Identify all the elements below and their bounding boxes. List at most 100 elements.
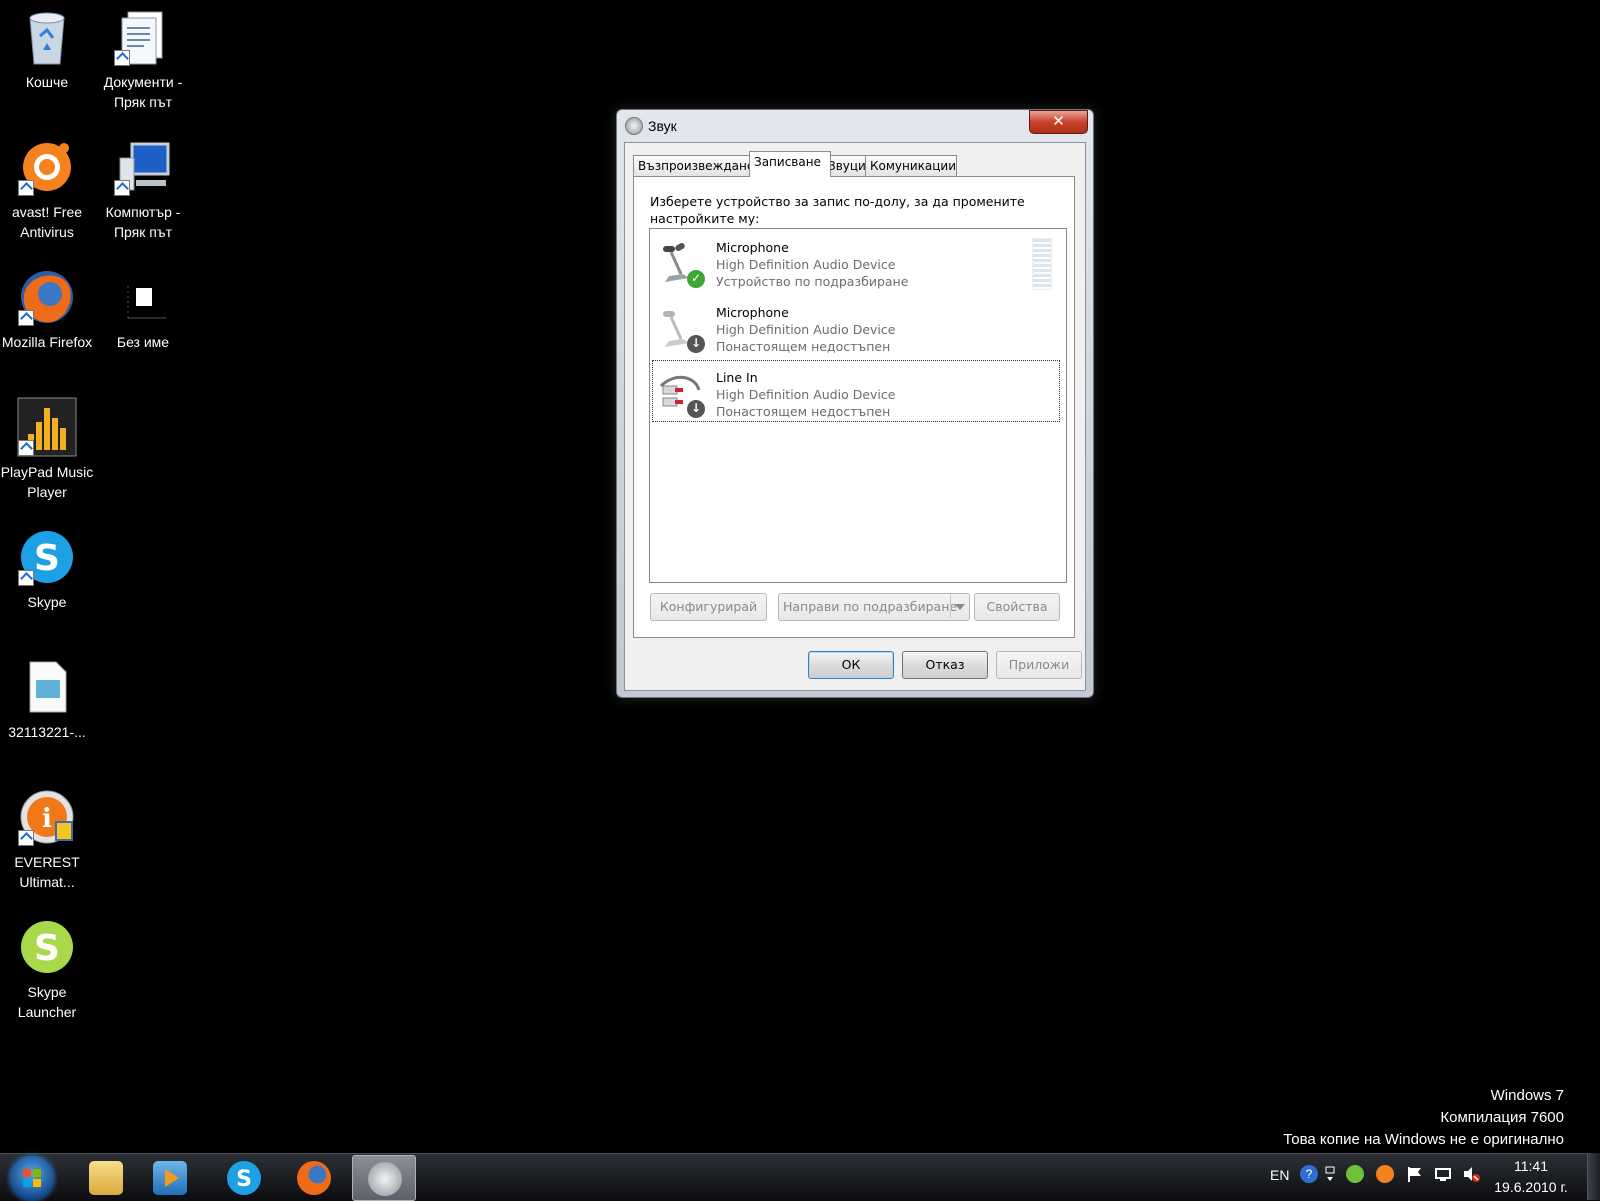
desktop-icon-skype[interactable]: S Skype — [0, 520, 94, 612]
desktop-icon-label: Кошче — [25, 74, 69, 90]
dialog-client-area: Възпроизвеждане Записване Звуци Комуника… — [624, 142, 1086, 691]
desktop-icon-recycle-bin[interactable]: Кошче — [0, 0, 94, 92]
speaker-icon — [625, 117, 643, 135]
recording-tab-panel: Изберете устройство за запис по-долу, за… — [633, 176, 1075, 638]
help-icon[interactable]: ? — [1300, 1165, 1318, 1183]
svg-text:S: S — [236, 1167, 252, 1192]
taskbar-skype[interactable]: S — [212, 1155, 274, 1199]
watermark-build: Компилация 7600 — [1440, 1109, 1564, 1126]
untitled-file-icon — [112, 266, 174, 328]
documents-icon — [112, 6, 174, 68]
shortcut-arrow-icon — [18, 570, 34, 586]
desktop-icon-label: Компютър - Пряк път — [105, 204, 181, 240]
shortcut-arrow-icon — [114, 50, 130, 66]
desktop-icon-label: Документи - Пряк път — [103, 74, 183, 110]
cancel-button[interactable]: Отказ — [902, 651, 988, 679]
recording-device-list[interactable]: ✓ Microphone High Definition Audio Devic… — [649, 228, 1067, 583]
network-activity-icon[interactable] — [1324, 1165, 1336, 1183]
shortcut-arrow-icon — [18, 440, 34, 456]
windows-logo-icon — [23, 1169, 41, 1187]
action-center-flag-icon[interactable] — [1406, 1165, 1424, 1183]
ok-button[interactable]: ОК — [808, 651, 894, 679]
svg-text:i: i — [42, 804, 52, 834]
watermark-os: Windows 7 — [1490, 1087, 1564, 1104]
set-default-button[interactable]: Направи по подразбиране — [778, 593, 970, 621]
device-item-microphone-unavailable[interactable]: ↓ Microphone High Definition Audio Devic… — [652, 295, 1060, 357]
taskbar-explorer[interactable] — [74, 1155, 136, 1199]
everest-icon: i — [16, 786, 78, 848]
desktop-icon-everest[interactable]: i EVEREST Ultimat... — [0, 780, 94, 892]
device-name: Microphone — [716, 305, 789, 320]
default-check-icon: ✓ — [687, 270, 705, 288]
chevron-down-icon[interactable] — [950, 594, 969, 618]
start-button[interactable] — [10, 1156, 54, 1200]
tab-playback[interactable]: Възпроизвеждане — [633, 155, 757, 176]
clock-time: 11:41 — [1514, 1158, 1548, 1174]
device-driver: High Definition Audio Device — [716, 257, 896, 272]
svg-text:S: S — [34, 928, 60, 969]
instruction-text: Изберете устройство за запис по-долу, за… — [650, 194, 1025, 226]
shortcut-arrow-icon — [18, 180, 34, 196]
shortcut-arrow-icon — [18, 310, 34, 326]
windows-watermark: Windows 7 Компилация 7600 Това копие на … — [1283, 1085, 1564, 1151]
network-icon[interactable] — [1434, 1165, 1452, 1183]
unavailable-arrow-icon: ↓ — [687, 335, 705, 353]
device-status: Понастоящем недостъпен — [716, 339, 891, 354]
svg-text:S: S — [34, 538, 60, 579]
device-item-microphone-default[interactable]: ✓ Microphone High Definition Audio Devic… — [652, 230, 1060, 292]
desktop-icon-file-32113221[interactable]: 32113221-... — [0, 650, 94, 742]
desktop-icon-firefox[interactable]: Mozilla Firefox — [0, 260, 94, 352]
skype-icon: S — [16, 526, 78, 588]
recycle-bin-icon — [16, 6, 78, 68]
show-desktop-button[interactable] — [1587, 1153, 1600, 1200]
device-status: Понастоящем недостъпен — [716, 404, 891, 419]
shortcut-arrow-icon — [18, 830, 34, 846]
apply-button[interactable]: Приложи — [996, 651, 1082, 679]
desktop-icon-label: Skype — [27, 594, 67, 610]
unavailable-arrow-icon: ↓ — [687, 400, 705, 418]
desktop-icon-label: Skype Launcher — [17, 984, 77, 1020]
dialog-title: Звук — [648, 118, 677, 134]
language-indicator[interactable]: EN — [1270, 1167, 1289, 1183]
desktop-icon-label: 32113221-... — [8, 724, 86, 740]
device-name: Line In — [716, 370, 758, 385]
skype-icon: S — [227, 1161, 261, 1195]
input-level-meter — [1032, 238, 1052, 290]
device-driver: High Definition Audio Device — [716, 322, 896, 337]
firefox-icon — [297, 1161, 331, 1195]
device-name: Microphone — [716, 240, 789, 255]
desktop-icon-label: Без име — [116, 334, 170, 350]
close-button[interactable]: ✕ — [1029, 110, 1088, 134]
taskbar-firefox[interactable] — [282, 1155, 344, 1199]
folder-icon — [89, 1161, 123, 1195]
avast-icon — [16, 136, 78, 198]
avast-tray-icon[interactable] — [1376, 1165, 1394, 1183]
desktop-icon-label: PlayPad Music Player — [0, 464, 94, 500]
properties-button[interactable]: Свойства — [974, 593, 1060, 621]
desktop-icon-computer-shortcut[interactable]: Компютър - Пряк път — [96, 130, 190, 242]
desktop-icon-playpad[interactable]: PlayPad Music Player — [0, 390, 94, 502]
tab-recording[interactable]: Записване — [749, 151, 831, 177]
sound-dialog: Звук ✕ Възпроизвеждане Записване Звуци К… — [616, 109, 1094, 698]
device-item-line-in[interactable]: ↓ Line In High Definition Audio Device П… — [652, 360, 1060, 422]
tab-communications[interactable]: Комуникации — [865, 155, 957, 176]
desktop-icon-label: Mozilla Firefox — [1, 334, 93, 350]
desktop-icon-untitled[interactable]: Без име — [96, 260, 190, 352]
taskbar-media-player[interactable] — [138, 1155, 200, 1199]
watermark-not-genuine: Това копие на Windows не е оригинално — [1283, 1131, 1564, 1148]
system-clock[interactable]: 11:41 19.6.2010 г. — [1486, 1156, 1576, 1198]
desktop-icon-avast[interactable]: avast! Free Antivirus — [0, 130, 94, 242]
clock-date: 19.6.2010 г. — [1494, 1179, 1568, 1195]
configure-button[interactable]: Конфигурирай — [650, 593, 767, 621]
desktop-icon-skype-launcher[interactable]: S Skype Launcher — [0, 910, 94, 1022]
set-default-label: Направи по подразбиране — [783, 599, 958, 614]
skype-status-icon[interactable] — [1346, 1165, 1364, 1183]
computer-icon — [112, 136, 174, 198]
desktop-icon-documents-shortcut[interactable]: Документи - Пряк път — [96, 0, 190, 112]
taskbar-sound-dialog[interactable] — [352, 1155, 416, 1201]
media-player-icon — [153, 1161, 187, 1195]
volume-muted-icon[interactable] — [1462, 1165, 1480, 1183]
desktop-icon-label: EVEREST Ultimat... — [14, 854, 80, 890]
speaker-icon — [368, 1162, 402, 1196]
skype-launcher-icon: S — [16, 916, 78, 978]
